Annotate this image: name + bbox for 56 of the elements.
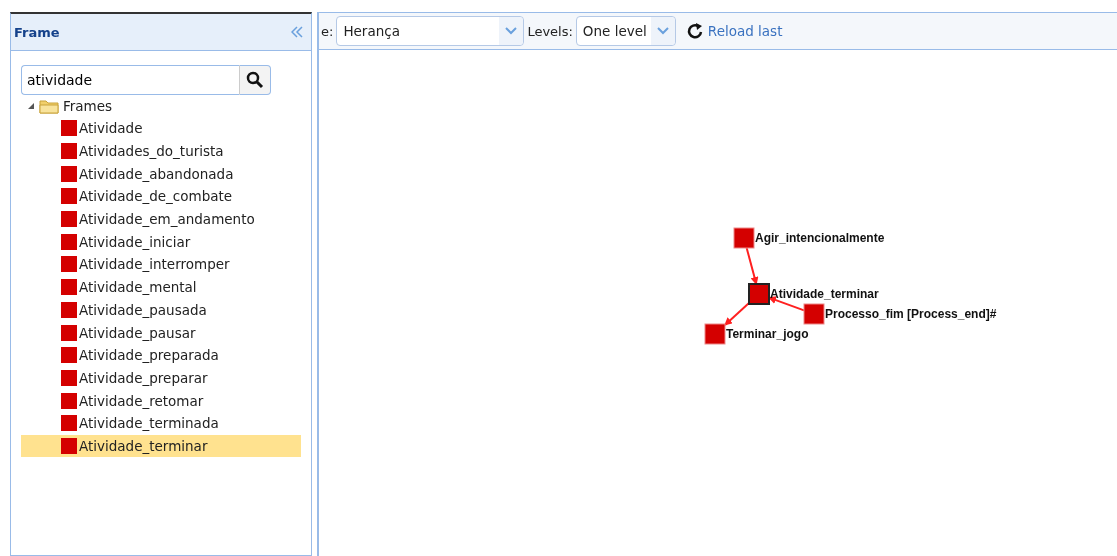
tree-item[interactable]: Atividade_preparada — [21, 343, 301, 367]
frame-icon — [61, 211, 77, 228]
tree-item[interactable]: Atividade_preparar — [21, 366, 301, 390]
node-label: Atividade_terminar — [770, 287, 879, 301]
panel-title: Frame — [14, 24, 60, 40]
node-label: Agir_intencionalmente — [755, 231, 885, 245]
chevron-icon — [505, 27, 518, 35]
frame-icon — [61, 279, 77, 296]
frame-icon — [61, 347, 77, 364]
expand-icon[interactable] — [27, 102, 35, 110]
frame-icon — [61, 415, 77, 432]
tree-item[interactable]: Atividade_de_combate — [21, 185, 301, 208]
search-icon — [246, 71, 264, 89]
tree-item[interactable]: Atividade_abandonada — [21, 162, 301, 186]
edge-arrow — [745, 247, 759, 285]
tree-item[interactable]: Atividade_interromper — [21, 253, 301, 276]
reload-icon[interactable] — [686, 22, 705, 40]
folder-icon — [39, 98, 59, 114]
frame-icon — [61, 392, 77, 409]
frame-icon — [61, 165, 77, 182]
reload-link[interactable]: Reload last — [707, 23, 783, 39]
graph-node[interactable] — [733, 227, 755, 249]
frame-icon — [61, 301, 77, 318]
tree-item[interactable]: Atividade_pausada — [21, 298, 301, 322]
chevron-icon — [656, 27, 669, 35]
tree-item[interactable]: Atividade_retomar — [21, 389, 301, 412]
levels-label: Levels: — [527, 23, 573, 39]
node-label: Terminar_jogo — [726, 327, 809, 341]
levels-select[interactable]: One level — [575, 16, 676, 46]
tree-item[interactable]: Atividade_mental — [21, 275, 301, 299]
search-button[interactable] — [239, 65, 271, 95]
tree-item[interactable]: Atividades_do_turista — [21, 139, 301, 163]
frame-icon — [61, 188, 77, 205]
frame-icon — [61, 143, 77, 160]
tree-item[interactable]: Atividade_terminada — [21, 411, 301, 435]
graph-node[interactable] — [803, 303, 825, 325]
collapse-icon[interactable] — [291, 26, 303, 38]
frame-icon — [61, 233, 77, 250]
search-field[interactable]: atividade — [21, 65, 239, 95]
node-label: Processo_fim [Process_end]# — [825, 307, 997, 321]
graph-node[interactable] — [704, 323, 726, 345]
tree-item[interactable]: Atividade_pausar — [21, 321, 301, 344]
relation-label: e: — [321, 23, 334, 39]
tree-folder[interactable]: Frames — [63, 98, 113, 114]
tree-item[interactable]: Atividade_terminar — [21, 434, 301, 458]
frame-icon — [61, 437, 77, 454]
relation-select[interactable]: Herança — [336, 16, 525, 46]
tree-item[interactable]: Atividade_em_andamento — [21, 207, 301, 231]
edge-arrow — [724, 302, 750, 326]
tree-item[interactable]: Atividade — [21, 117, 301, 140]
frame-icon — [61, 256, 77, 273]
focus-node[interactable] — [748, 283, 770, 305]
frame-icon — [61, 120, 77, 137]
frame-icon — [61, 324, 77, 341]
frame-icon — [61, 369, 77, 386]
tree-item[interactable]: Atividade_iniciar — [21, 230, 301, 254]
